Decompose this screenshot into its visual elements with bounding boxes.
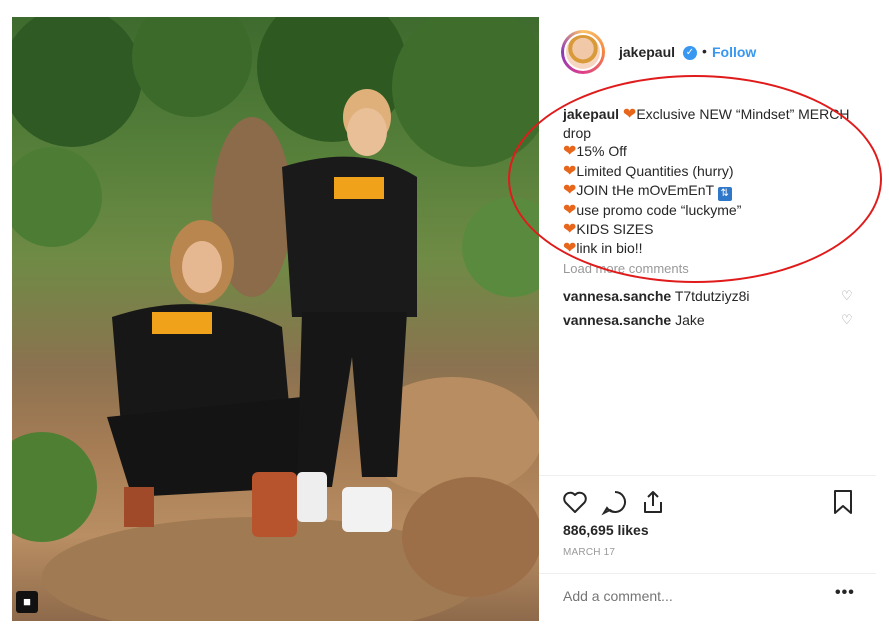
caption-line: ❤use promo code “luckyme”: [563, 201, 859, 220]
follow-button[interactable]: Follow: [712, 44, 756, 60]
orange-heart-icon: ❤: [563, 181, 577, 199]
caption-line: jakepaul ❤Exclusive NEW “Mindset” MERCH …: [563, 105, 859, 142]
up-arrow-icon: ⇅: [717, 186, 732, 201]
heart-icon[interactable]: [561, 488, 589, 516]
orange-heart-icon: ❤: [622, 106, 637, 123]
caption-username[interactable]: jakepaul: [563, 106, 619, 122]
caption-text: link in bio!!: [576, 240, 643, 257]
comment-item: vannesa.sanche Jake: [563, 312, 863, 328]
caption-text: Limited Quantities (hurry): [576, 162, 734, 179]
orange-heart-icon: ❤: [563, 201, 577, 219]
post-header: jakepaul ✓ • Follow: [539, 17, 876, 91]
header-username[interactable]: jakepaul: [619, 44, 675, 60]
share-icon[interactable]: [639, 488, 667, 516]
bookmark-icon[interactable]: [829, 488, 857, 516]
post-date[interactable]: MARCH 17: [563, 547, 615, 558]
avatar-image: [564, 33, 602, 71]
orange-heart-icon: ❤: [563, 143, 577, 161]
photo-illustration: [12, 17, 539, 621]
caption-text: JOIN tHe mOvEmEnT: [576, 181, 714, 198]
verified-badge-icon: ✓: [683, 46, 697, 60]
caption-line: ❤link in bio!!: [563, 239, 859, 258]
post-photo[interactable]: ■: [12, 17, 539, 621]
caption-line: ❤KIDS SIZES: [563, 220, 859, 239]
load-more-comments-link[interactable]: Load more comments: [563, 261, 689, 276]
add-comment-input[interactable]: [563, 588, 813, 604]
comment-icon[interactable]: [601, 488, 629, 516]
orange-heart-icon: ❤: [563, 162, 577, 180]
add-comment-row: •••: [539, 573, 876, 622]
orange-heart-icon: ❤: [563, 221, 577, 239]
caption-text: KIDS SIZES: [576, 221, 654, 238]
comment-like-icon[interactable]: ♡: [841, 288, 853, 304]
caption-line: ❤15% Off: [563, 142, 859, 161]
post-sidebar: jakepaul ✓ • Follow jakepaul ❤Exclusive …: [539, 17, 876, 621]
comment-username[interactable]: vannesa.sanche: [563, 312, 671, 328]
comment-item: vannesa.sanche T7tdutziyz8i: [563, 288, 863, 304]
instagram-post: ■ jakepaul ✓ • Follow jakepaul ❤Exclusiv…: [12, 17, 876, 621]
user-tag-icon[interactable]: ■: [16, 591, 38, 613]
likes-count[interactable]: 886,695 likes: [563, 522, 649, 538]
caption-line: ❤JOIN tHe mOvEmEnT ⇅: [563, 181, 859, 201]
caption-line: ❤Limited Quantities (hurry): [563, 162, 859, 181]
caption-text: use promo code “luckyme”: [576, 201, 742, 218]
post-caption: jakepaul ❤Exclusive NEW “Mindset” MERCH …: [563, 105, 859, 258]
header-separator: •: [702, 43, 707, 59]
caption-text: 15% Off: [576, 143, 627, 160]
comment-text: T7tdutziyz8i: [674, 288, 750, 304]
comment-text: Jake: [675, 312, 705, 328]
orange-heart-icon: ❤: [563, 240, 577, 258]
comment-like-icon[interactable]: ♡: [841, 312, 853, 328]
avatar[interactable]: [561, 30, 605, 74]
comment-username[interactable]: vannesa.sanche: [563, 288, 671, 304]
more-options-button[interactable]: •••: [835, 584, 855, 602]
